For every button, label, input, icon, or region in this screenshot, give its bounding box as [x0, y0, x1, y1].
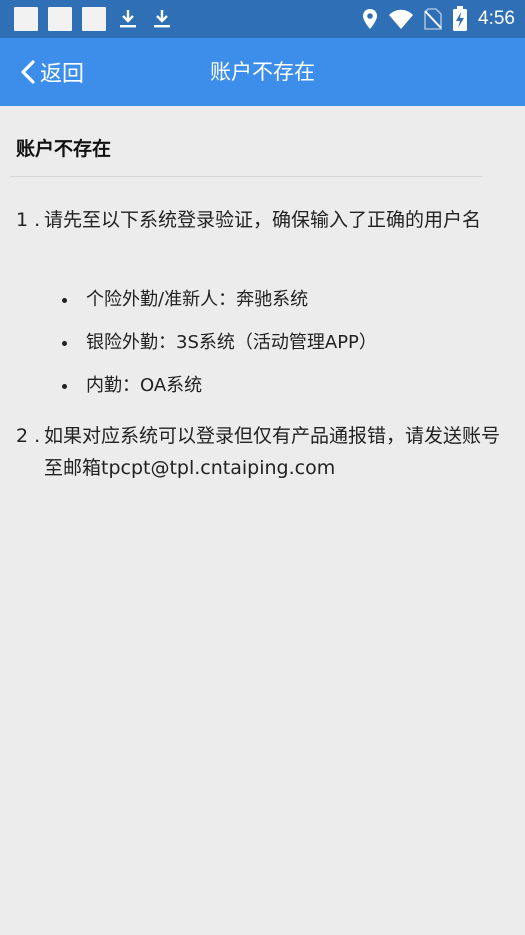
content-heading: 账户不存在 [16, 138, 112, 160]
clock: 4:56 [478, 8, 515, 29]
no-sim-icon [424, 8, 442, 30]
step-2: 2 . 如果对应系统可以登录但仅有产品通报错，请发送账号至邮箱tpcpt@tpl… [16, 420, 502, 484]
page-title: 账户不存在 [210, 60, 315, 84]
location-icon [363, 9, 378, 29]
bullet-item: 银险外勤：3S系统（活动管理APP） [62, 329, 377, 357]
step-1-text: 请先至以下系统登录验证，确保输入了正确的用户名 [44, 209, 482, 231]
step-2-text: 如果对应系统可以登录但仅有产品通报错，请发送账号至邮箱tpcpt@tpl.cnt… [44, 425, 501, 479]
step-2-number: 2 . [16, 425, 41, 447]
battery-charging-icon [453, 6, 468, 31]
divider [10, 176, 482, 177]
status-bar-system: 4:56 [362, 5, 515, 33]
status-bar-notifications [14, 7, 174, 31]
step-1: 1 . 请先至以下系统登录验证，确保输入了正确的用户名 [16, 204, 496, 236]
download-icon [150, 7, 174, 31]
notification-square-icon [14, 7, 38, 31]
bullet-item: 内勤：OA系统 [61, 372, 202, 400]
step-1-number: 1 . [16, 209, 41, 231]
wifi-icon [389, 9, 414, 29]
notification-square-icon [82, 7, 106, 31]
app-bar: 返回 账户不存在 [0, 38, 525, 106]
bullet-item: 个险外勤/准新人：奔驰系统 [61, 286, 308, 314]
notification-square-icon [48, 7, 72, 31]
download-icon [116, 7, 140, 31]
status-bar: 4:56 [0, 0, 525, 38]
